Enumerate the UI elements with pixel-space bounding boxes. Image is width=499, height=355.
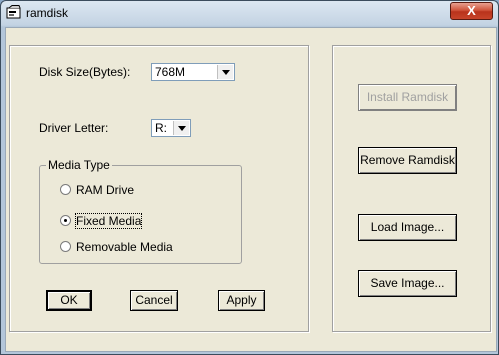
actions-panel: Install Ramdisk Remove Ramdisk Load Imag… bbox=[332, 45, 491, 332]
apply-button-label: Apply bbox=[226, 293, 257, 307]
title-bar[interactable]: ramdisk X bbox=[1, 1, 498, 25]
cancel-button[interactable]: Cancel bbox=[130, 290, 178, 311]
chevron-down-icon[interactable] bbox=[173, 121, 189, 135]
ramdisk-app-icon bbox=[6, 5, 21, 19]
drive-letter-label: Driver Letter: bbox=[39, 121, 109, 135]
radio-ram-drive[interactable]: RAM Drive bbox=[60, 182, 180, 198]
settings-panel: Disk Size(Bytes): 768M Driver Letter: R:… bbox=[9, 45, 309, 332]
remove-ramdisk-label: Remove Ramdisk bbox=[360, 153, 455, 167]
ok-button[interactable]: OK bbox=[46, 290, 92, 311]
ramdisk-window: ramdisk X Disk Size(Bytes): 768M Driver … bbox=[0, 0, 499, 355]
install-ramdisk-button[interactable]: Install Ramdisk bbox=[358, 84, 457, 111]
remove-ramdisk-button[interactable]: Remove Ramdisk bbox=[358, 147, 457, 174]
disk-size-value: 768M bbox=[155, 65, 186, 79]
window-title: ramdisk bbox=[26, 6, 69, 20]
cancel-button-label: Cancel bbox=[135, 293, 173, 307]
save-image-label: Save Image... bbox=[370, 276, 445, 290]
load-image-label: Load Image... bbox=[370, 220, 445, 234]
chevron-down-icon[interactable] bbox=[217, 65, 233, 79]
media-type-legend: Media Type bbox=[46, 158, 112, 172]
install-ramdisk-label: Install Ramdisk bbox=[366, 90, 449, 104]
radio-button[interactable] bbox=[60, 215, 71, 226]
close-icon: X bbox=[467, 3, 476, 18]
disk-size-label: Disk Size(Bytes): bbox=[39, 65, 131, 79]
dialog-client-area: Disk Size(Bytes): 768M Driver Letter: R:… bbox=[5, 27, 497, 352]
ok-button-label: OK bbox=[60, 293, 78, 307]
disk-size-select[interactable]: 768M bbox=[151, 63, 235, 81]
drive-letter-value: R: bbox=[155, 121, 167, 135]
radio-button[interactable] bbox=[60, 184, 71, 195]
radio-button[interactable] bbox=[60, 241, 71, 252]
radio-fixed-media[interactable]: Fixed Media bbox=[60, 213, 180, 229]
radio-fixed-media-label[interactable]: Fixed Media bbox=[74, 213, 143, 229]
radio-removable-media[interactable]: Removable Media bbox=[60, 239, 200, 255]
load-image-button[interactable]: Load Image... bbox=[358, 214, 457, 241]
drive-letter-select[interactable]: R: bbox=[151, 119, 191, 137]
media-type-group: Media Type RAM Drive Fixed Media Removab… bbox=[39, 158, 242, 264]
radio-removable-media-label[interactable]: Removable Media bbox=[76, 240, 173, 254]
save-image-button[interactable]: Save Image... bbox=[358, 270, 457, 297]
apply-button[interactable]: Apply bbox=[218, 290, 265, 311]
close-button[interactable]: X bbox=[450, 2, 493, 20]
radio-ram-drive-label[interactable]: RAM Drive bbox=[76, 183, 134, 197]
